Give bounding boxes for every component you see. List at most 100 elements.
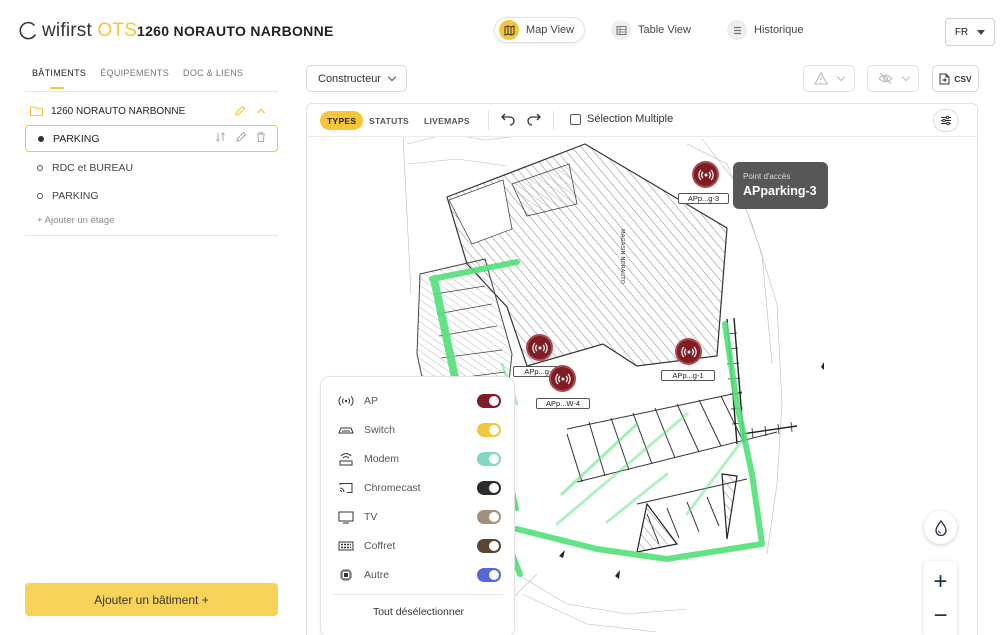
building-row[interactable]: 1260 NORAUTO NARBONNE [30, 102, 278, 120]
water-drop-button[interactable] [924, 511, 957, 544]
wifi-antenna-icon [692, 161, 719, 188]
zoom-in-button[interactable]: + [924, 565, 957, 598]
floor-dot [38, 135, 44, 142]
floor-tools [215, 131, 267, 143]
table-icon [611, 20, 631, 40]
ap-marker[interactable] [549, 365, 576, 392]
redo-icon[interactable] [526, 112, 542, 128]
toggle-coffret[interactable] [477, 539, 501, 553]
settings-filter-button[interactable] [933, 109, 959, 132]
tab-doc-liens[interactable]: DOC & LIENS [183, 68, 243, 86]
wifi-antenna-icon [675, 338, 702, 365]
caret-down-icon [977, 29, 986, 35]
tab-statuts[interactable]: STATUTS [362, 111, 416, 130]
tooltip-title: APparking-3 [743, 184, 817, 198]
tv-icon [337, 509, 355, 525]
store-label: MAGASIN NORAUTO [619, 229, 625, 285]
edit-floor-icon[interactable] [235, 131, 247, 143]
map-view-button[interactable]: Map View [494, 17, 586, 43]
toggle-chromecast[interactable] [477, 481, 501, 495]
ap-tooltip: Point d'accès APparking-3 [733, 162, 828, 209]
legend-row-coffret[interactable]: Coffret [337, 537, 501, 555]
zoom-out-button[interactable]: − [924, 599, 957, 632]
alert-filter-dropdown[interactable] [803, 65, 855, 92]
legend-row-ap[interactable]: AP [337, 392, 501, 410]
sidebar-tabs: BÂTIMENTS ÉQUIPEMENTS DOC & LIENS [32, 68, 243, 89]
chromecast-icon [337, 480, 355, 496]
ap-marker[interactable] [526, 334, 553, 361]
tab-equipements[interactable]: ÉQUIPEMENTS [100, 68, 169, 86]
tab-livemaps[interactable]: LIVEMAPS [417, 111, 477, 130]
ap-label: APp...W-4 [536, 398, 590, 409]
floor-label: RDC et BUREAU [52, 162, 134, 174]
table-view-label: Table View [638, 24, 691, 36]
legend-row-chromecast[interactable]: Chromecast [337, 479, 501, 497]
tab-batiments[interactable]: BÂTIMENTS [32, 68, 86, 89]
folder-icon [30, 106, 43, 116]
switch-icon [337, 422, 355, 438]
tab-types[interactable]: TYPES [320, 111, 364, 130]
water-drop-icon [934, 519, 947, 536]
legend-label: Chromecast [364, 482, 421, 494]
sliders-icon [941, 115, 951, 126]
add-building-button[interactable]: Ajouter un bâtiment + [25, 583, 278, 616]
toggle-tv[interactable] [477, 510, 501, 524]
warning-icon [814, 72, 828, 85]
building-name: 1260 NORAUTO NARBONNE [51, 105, 186, 117]
brand-logo[interactable]: wifirst OTS [18, 20, 137, 42]
divider [25, 235, 278, 236]
map-toolbar: TYPES STATUTS LIVEMAPS Sélection Multipl… [307, 104, 977, 137]
ap-marker[interactable] [675, 338, 702, 365]
toggle-autre[interactable] [477, 568, 501, 582]
deselect-all-button[interactable]: Tout désélectionner [321, 606, 516, 618]
eye-off-icon [877, 72, 893, 85]
legend-label: Coffret [364, 540, 396, 552]
floor-item-rdc[interactable]: RDC et BUREAU [37, 159, 133, 177]
multi-select-checkbox[interactable]: Sélection Multiple [570, 113, 673, 125]
chip-icon [337, 567, 355, 583]
ap-label: APp...g-1 [661, 370, 715, 381]
ap-marker[interactable] [692, 161, 719, 188]
constructor-dropdown[interactable]: Constructeur [306, 65, 407, 92]
legend-row-autre[interactable]: Autre [337, 566, 501, 584]
toggle-modem[interactable] [477, 452, 501, 466]
toggle-ap[interactable] [477, 394, 501, 408]
floor-dot [37, 193, 43, 199]
csv-export-button[interactable]: CSV [932, 65, 979, 92]
historique-button[interactable]: Historique [723, 17, 814, 43]
edit-building-icon[interactable] [234, 105, 246, 117]
legend-row-tv[interactable]: TV [337, 508, 501, 526]
map-icon [499, 20, 519, 40]
table-view-button[interactable]: Table View [607, 17, 701, 43]
constructor-label: Constructeur [318, 72, 381, 85]
wifi-antenna-icon [549, 365, 576, 392]
sidebar: BÂTIMENTS ÉQUIPEMENTS DOC & LIENS 1260 N… [0, 62, 290, 635]
zoom-controls: + − [924, 561, 957, 635]
map-view-label: Map View [526, 24, 575, 36]
legend-label: Modem [364, 453, 400, 465]
floor-dot [37, 165, 43, 171]
legend-label: Switch [364, 424, 395, 436]
trash-icon[interactable] [255, 131, 267, 143]
legend-row-switch[interactable]: Switch [337, 421, 501, 439]
add-floor-link[interactable]: + Ajouter un étage [37, 215, 114, 226]
language-select[interactable]: FR [945, 18, 995, 46]
file-export-icon [939, 73, 950, 84]
divider [25, 91, 278, 92]
sort-icon[interactable] [215, 131, 227, 143]
separator [488, 111, 489, 130]
floor-label: PARKING [52, 190, 99, 202]
language-value: FR [954, 26, 969, 38]
map-panel[interactable]: TYPES STATUTS LIVEMAPS Sélection Multipl… [306, 103, 978, 635]
undo-icon[interactable] [500, 112, 516, 128]
toggle-switch[interactable] [477, 423, 501, 437]
legend-label: Autre [364, 569, 390, 581]
tooltip-subtitle: Point d'accès [743, 172, 791, 181]
visibility-filter-dropdown[interactable] [867, 65, 919, 92]
legend-label: AP [364, 395, 379, 407]
legend-row-modem[interactable]: Modem [337, 450, 501, 468]
floor-item-parking[interactable]: PARKING [37, 187, 98, 205]
chevron-up-icon[interactable] [256, 106, 266, 116]
floor-item-selected[interactable]: PARKING [25, 125, 278, 152]
multi-select-label: Sélection Multiple [587, 113, 674, 125]
